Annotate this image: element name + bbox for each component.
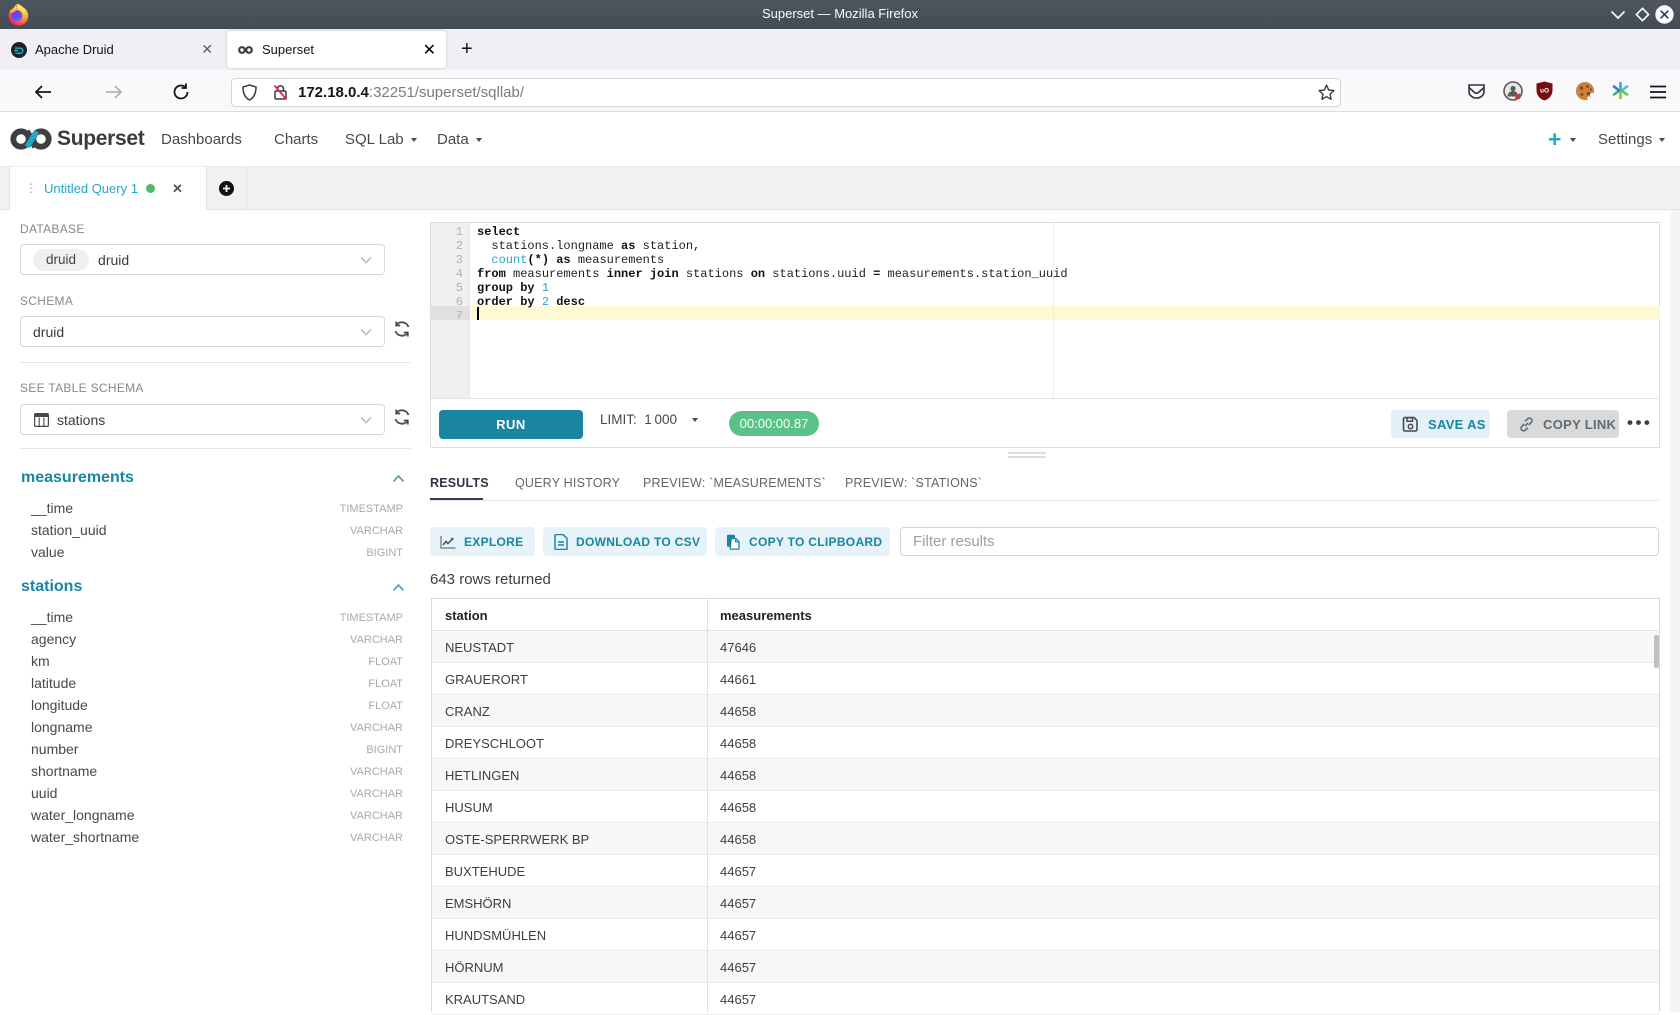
svg-text:uO: uO: [1540, 88, 1549, 95]
